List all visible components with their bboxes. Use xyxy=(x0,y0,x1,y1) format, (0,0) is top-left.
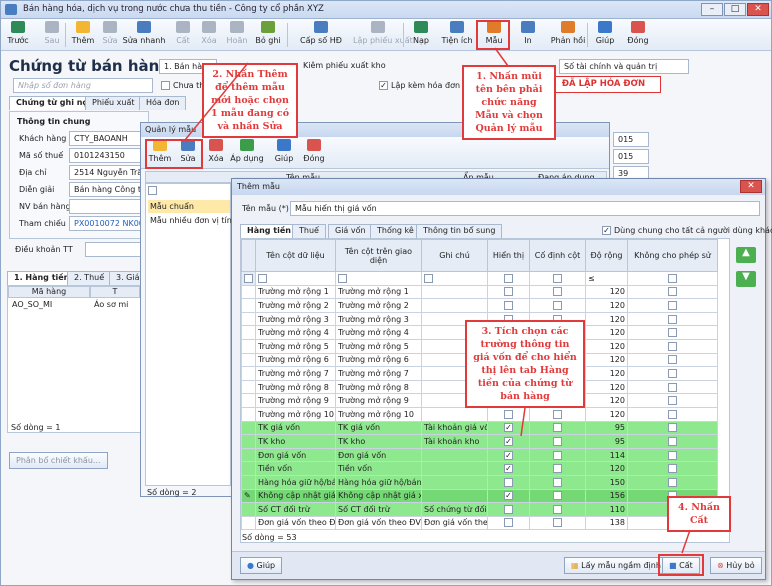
arrow-step-4 xyxy=(681,529,691,554)
callout-arrows xyxy=(184,47,691,554)
arrow-step-2 xyxy=(184,62,249,141)
arrow-step-1 xyxy=(494,47,509,67)
arrow-step-3 xyxy=(520,407,526,437)
